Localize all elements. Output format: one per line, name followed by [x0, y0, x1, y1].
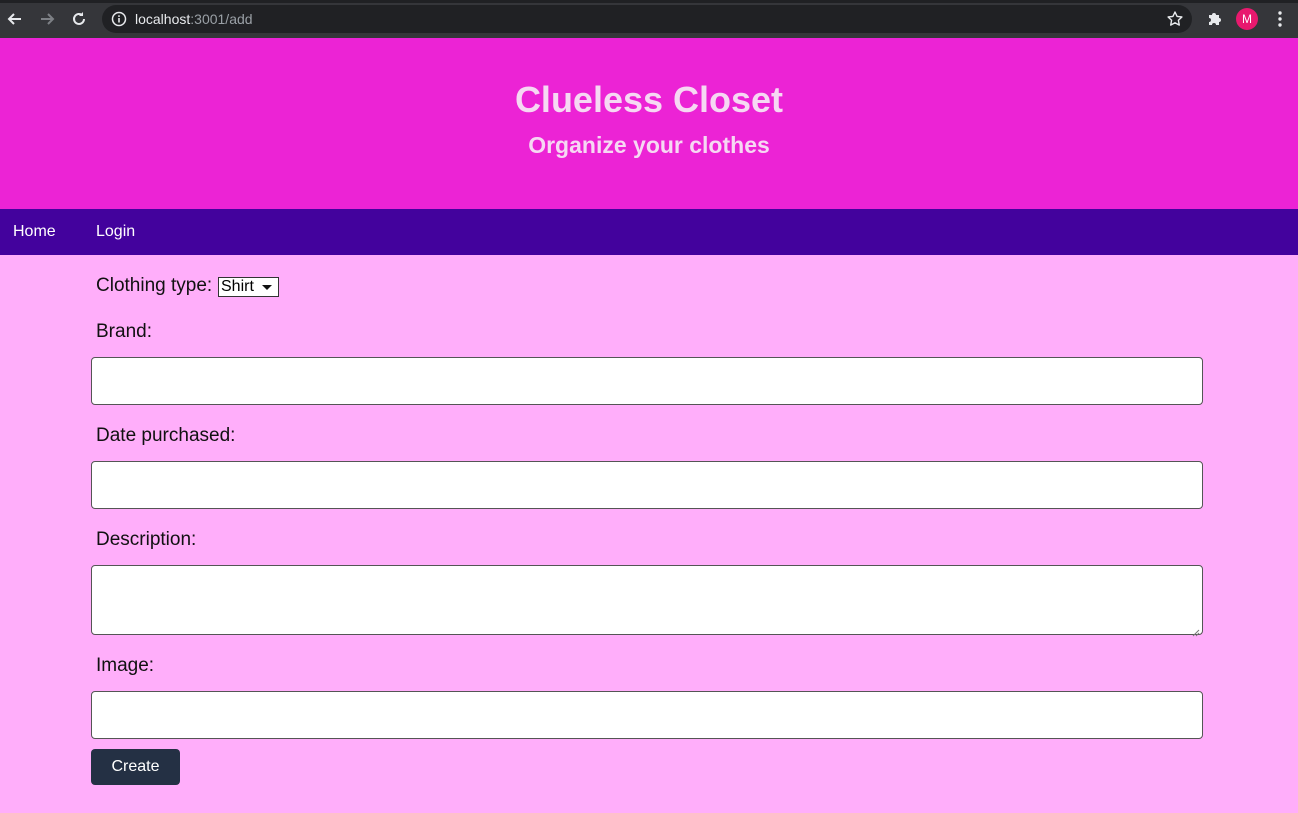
site-subtitle: Organize your clothes — [528, 132, 770, 158]
nav-link-login[interactable]: Login — [96, 222, 135, 242]
url-host: localhost — [135, 11, 191, 27]
image-input[interactable] — [91, 691, 1203, 739]
brand-label: Brand: — [96, 321, 152, 342]
description-textarea[interactable] — [91, 565, 1203, 637]
reload-icon[interactable] — [68, 8, 90, 30]
profile-avatar[interactable]: M — [1236, 8, 1258, 30]
date-purchased-label: Date purchased: — [96, 425, 236, 446]
url-path: :3001/add — [190, 11, 253, 27]
forward-icon[interactable] — [36, 8, 58, 30]
back-icon[interactable] — [4, 8, 26, 30]
address-bar[interactable]: localhost:3001/add — [102, 5, 1192, 33]
extensions-icon[interactable] — [1205, 9, 1225, 29]
star-icon[interactable] — [1166, 10, 1184, 28]
info-icon[interactable] — [111, 11, 127, 27]
url-text: localhost:3001/add — [135, 11, 253, 27]
image-label: Image: — [96, 655, 155, 676]
main-nav: Home Login — [0, 209, 1298, 255]
site-title: Clueless Closet — [514, 79, 784, 120]
browser-toolbar: localhost:3001/add M — [0, 0, 1298, 38]
menu-dots-icon[interactable] — [1270, 9, 1290, 29]
date-purchased-input[interactable] — [91, 461, 1203, 509]
resize-grip-icon[interactable] — [1192, 624, 1200, 637]
create-button[interactable]: Create — [91, 749, 180, 785]
brand-input[interactable] — [91, 357, 1203, 405]
add-clothing-form: Clothing type: Shirt Brand: Date purchas… — [0, 255, 1298, 813]
tab-strip-edge — [0, 0, 1298, 3]
site-header: Clueless Closet Organize your clothes — [0, 38, 1298, 209]
nav-link-home[interactable]: Home — [13, 222, 56, 242]
description-label: Description: — [96, 529, 197, 550]
clothing-type-select[interactable]: Shirt — [218, 277, 279, 297]
clothing-type-value: Shirt — [221, 278, 254, 295]
clothing-type-label: Clothing type: — [96, 275, 213, 296]
chevron-down-icon — [262, 285, 272, 290]
